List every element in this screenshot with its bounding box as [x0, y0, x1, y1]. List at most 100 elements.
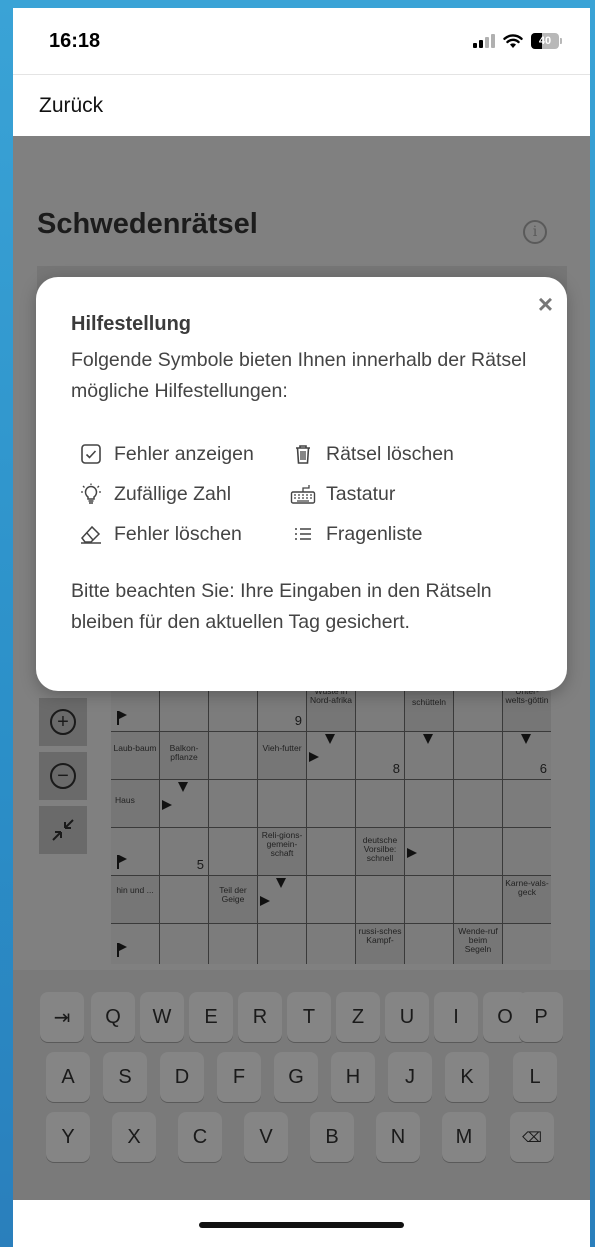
page-title: Schwedenrätsel — [37, 208, 258, 240]
keyboard-icon — [290, 481, 316, 507]
list-icon — [290, 521, 316, 547]
grid-cell[interactable] — [160, 690, 209, 732]
info-icon[interactable]: i — [523, 220, 547, 244]
grid-cell[interactable] — [454, 690, 503, 732]
key[interactable]: M — [442, 1112, 486, 1162]
keyboard-row-3: Y X C V B N M ⌫ — [13, 1112, 590, 1168]
key[interactable]: L — [513, 1052, 557, 1102]
grid-cell[interactable]: 8 — [356, 732, 405, 780]
key[interactable]: S — [103, 1052, 147, 1102]
zoom-out-button[interactable]: − — [39, 752, 87, 800]
home-indicator[interactable] — [199, 1222, 404, 1228]
key[interactable]: I — [434, 992, 478, 1042]
close-icon[interactable]: × — [538, 291, 553, 317]
key[interactable]: C — [178, 1112, 222, 1162]
grid-cell[interactable] — [307, 828, 356, 876]
key[interactable]: H — [331, 1052, 375, 1102]
zoom-tools: + − — [39, 698, 87, 860]
key[interactable]: G — [274, 1052, 318, 1102]
zoom-in-button[interactable]: + — [39, 698, 87, 746]
grid-cell[interactable]: 5 — [160, 828, 209, 876]
key[interactable]: P — [519, 992, 563, 1042]
grid-cell[interactable] — [454, 780, 503, 828]
legend-label: Fehler anzeigen — [114, 442, 254, 465]
grid-cell[interactable] — [258, 924, 307, 964]
clue-cell: Unter-welts-göttin — [503, 690, 551, 732]
back-button[interactable]: Zurück — [39, 94, 103, 118]
key[interactable]: E — [189, 992, 233, 1042]
grid-cell[interactable] — [356, 690, 405, 732]
key[interactable]: N — [376, 1112, 420, 1162]
grid-cell[interactable] — [258, 876, 307, 924]
wifi-icon — [503, 33, 523, 48]
grid-cell[interactable] — [405, 876, 454, 924]
app-screen: 16:18 40 Zurück Schwedenrätsel i + − 9 W… — [13, 8, 590, 1247]
key[interactable]: R — [238, 992, 282, 1042]
grid-cell[interactable] — [209, 780, 258, 828]
key[interactable]: V — [244, 1112, 288, 1162]
grid-cell[interactable] — [454, 828, 503, 876]
collapse-button[interactable] — [39, 806, 87, 854]
grid-cell[interactable] — [209, 690, 258, 732]
grid-cell[interactable] — [111, 690, 160, 732]
grid-cell[interactable] — [503, 924, 551, 964]
grid-cell[interactable] — [405, 732, 454, 780]
key[interactable]: D — [160, 1052, 204, 1102]
legend-item: Fragenliste — [290, 521, 422, 547]
key[interactable]: Z — [336, 992, 380, 1042]
clue-cell: schütteln — [405, 690, 454, 732]
grid-cell[interactable] — [209, 732, 258, 780]
clue-cell: Haus — [111, 780, 160, 828]
keyboard-row-1: ⇥ Q W E R T Z U I O P — [13, 992, 590, 1048]
key[interactable]: B — [310, 1112, 354, 1162]
grid-cell[interactable] — [356, 780, 405, 828]
grid-cell[interactable] — [111, 924, 160, 964]
navigation-bar: Zurück — [13, 74, 590, 136]
legend-item: Rätsel löschen — [290, 441, 454, 467]
dialog-note: Bitte beachten Sie: Ihre Eingaben in den… — [71, 580, 492, 633]
legend-label: Fehler löschen — [114, 522, 242, 545]
grid-cell[interactable] — [160, 924, 209, 964]
dialog-intro: Folgende Symbole bieten Ihnen innerhalb … — [71, 349, 527, 402]
battery-icon: 40 — [531, 33, 562, 49]
grid-cell[interactable] — [405, 924, 454, 964]
grid-cell[interactable] — [209, 924, 258, 964]
grid-cell[interactable] — [160, 876, 209, 924]
grid-cell[interactable] — [454, 732, 503, 780]
key[interactable]: K — [445, 1052, 489, 1102]
grid-cell[interactable] — [111, 828, 160, 876]
on-screen-keyboard: ⇥ Q W E R T Z U I O P A S D F G H J K L … — [13, 970, 590, 1200]
key[interactable]: J — [388, 1052, 432, 1102]
key-tab[interactable]: ⇥ — [40, 992, 84, 1042]
dialog-title: Hilfestellung — [71, 313, 192, 335]
key[interactable]: W — [140, 992, 184, 1042]
legend-item: Fehler löschen — [78, 521, 242, 547]
grid-cell[interactable]: 9 — [258, 690, 307, 732]
status-icons: 40 — [473, 33, 562, 49]
clue-cell: russi-sches Kampf- — [356, 924, 405, 964]
minus-icon: − — [50, 763, 76, 789]
key[interactable]: U — [385, 992, 429, 1042]
grid-cell[interactable] — [405, 828, 454, 876]
grid-cell[interactable] — [258, 780, 307, 828]
key[interactable]: Q — [91, 992, 135, 1042]
key-backspace[interactable]: ⌫ — [510, 1112, 554, 1162]
grid-cell[interactable] — [209, 828, 258, 876]
grid-cell[interactable] — [307, 732, 356, 780]
grid-cell[interactable] — [454, 876, 503, 924]
key[interactable]: F — [217, 1052, 261, 1102]
checkbox-icon — [78, 441, 104, 467]
grid-cell[interactable] — [503, 780, 551, 828]
grid-cell[interactable] — [307, 780, 356, 828]
grid-cell[interactable]: 6 — [503, 732, 551, 780]
grid-cell[interactable] — [307, 924, 356, 964]
key[interactable]: X — [112, 1112, 156, 1162]
grid-cell[interactable] — [160, 780, 209, 828]
grid-cell[interactable] — [503, 828, 551, 876]
grid-cell[interactable] — [405, 780, 454, 828]
signal-icon — [473, 34, 495, 48]
key[interactable]: Y — [46, 1112, 90, 1162]
key[interactable]: T — [287, 992, 331, 1042]
grid-cell[interactable] — [356, 876, 405, 924]
key[interactable]: A — [46, 1052, 90, 1102]
